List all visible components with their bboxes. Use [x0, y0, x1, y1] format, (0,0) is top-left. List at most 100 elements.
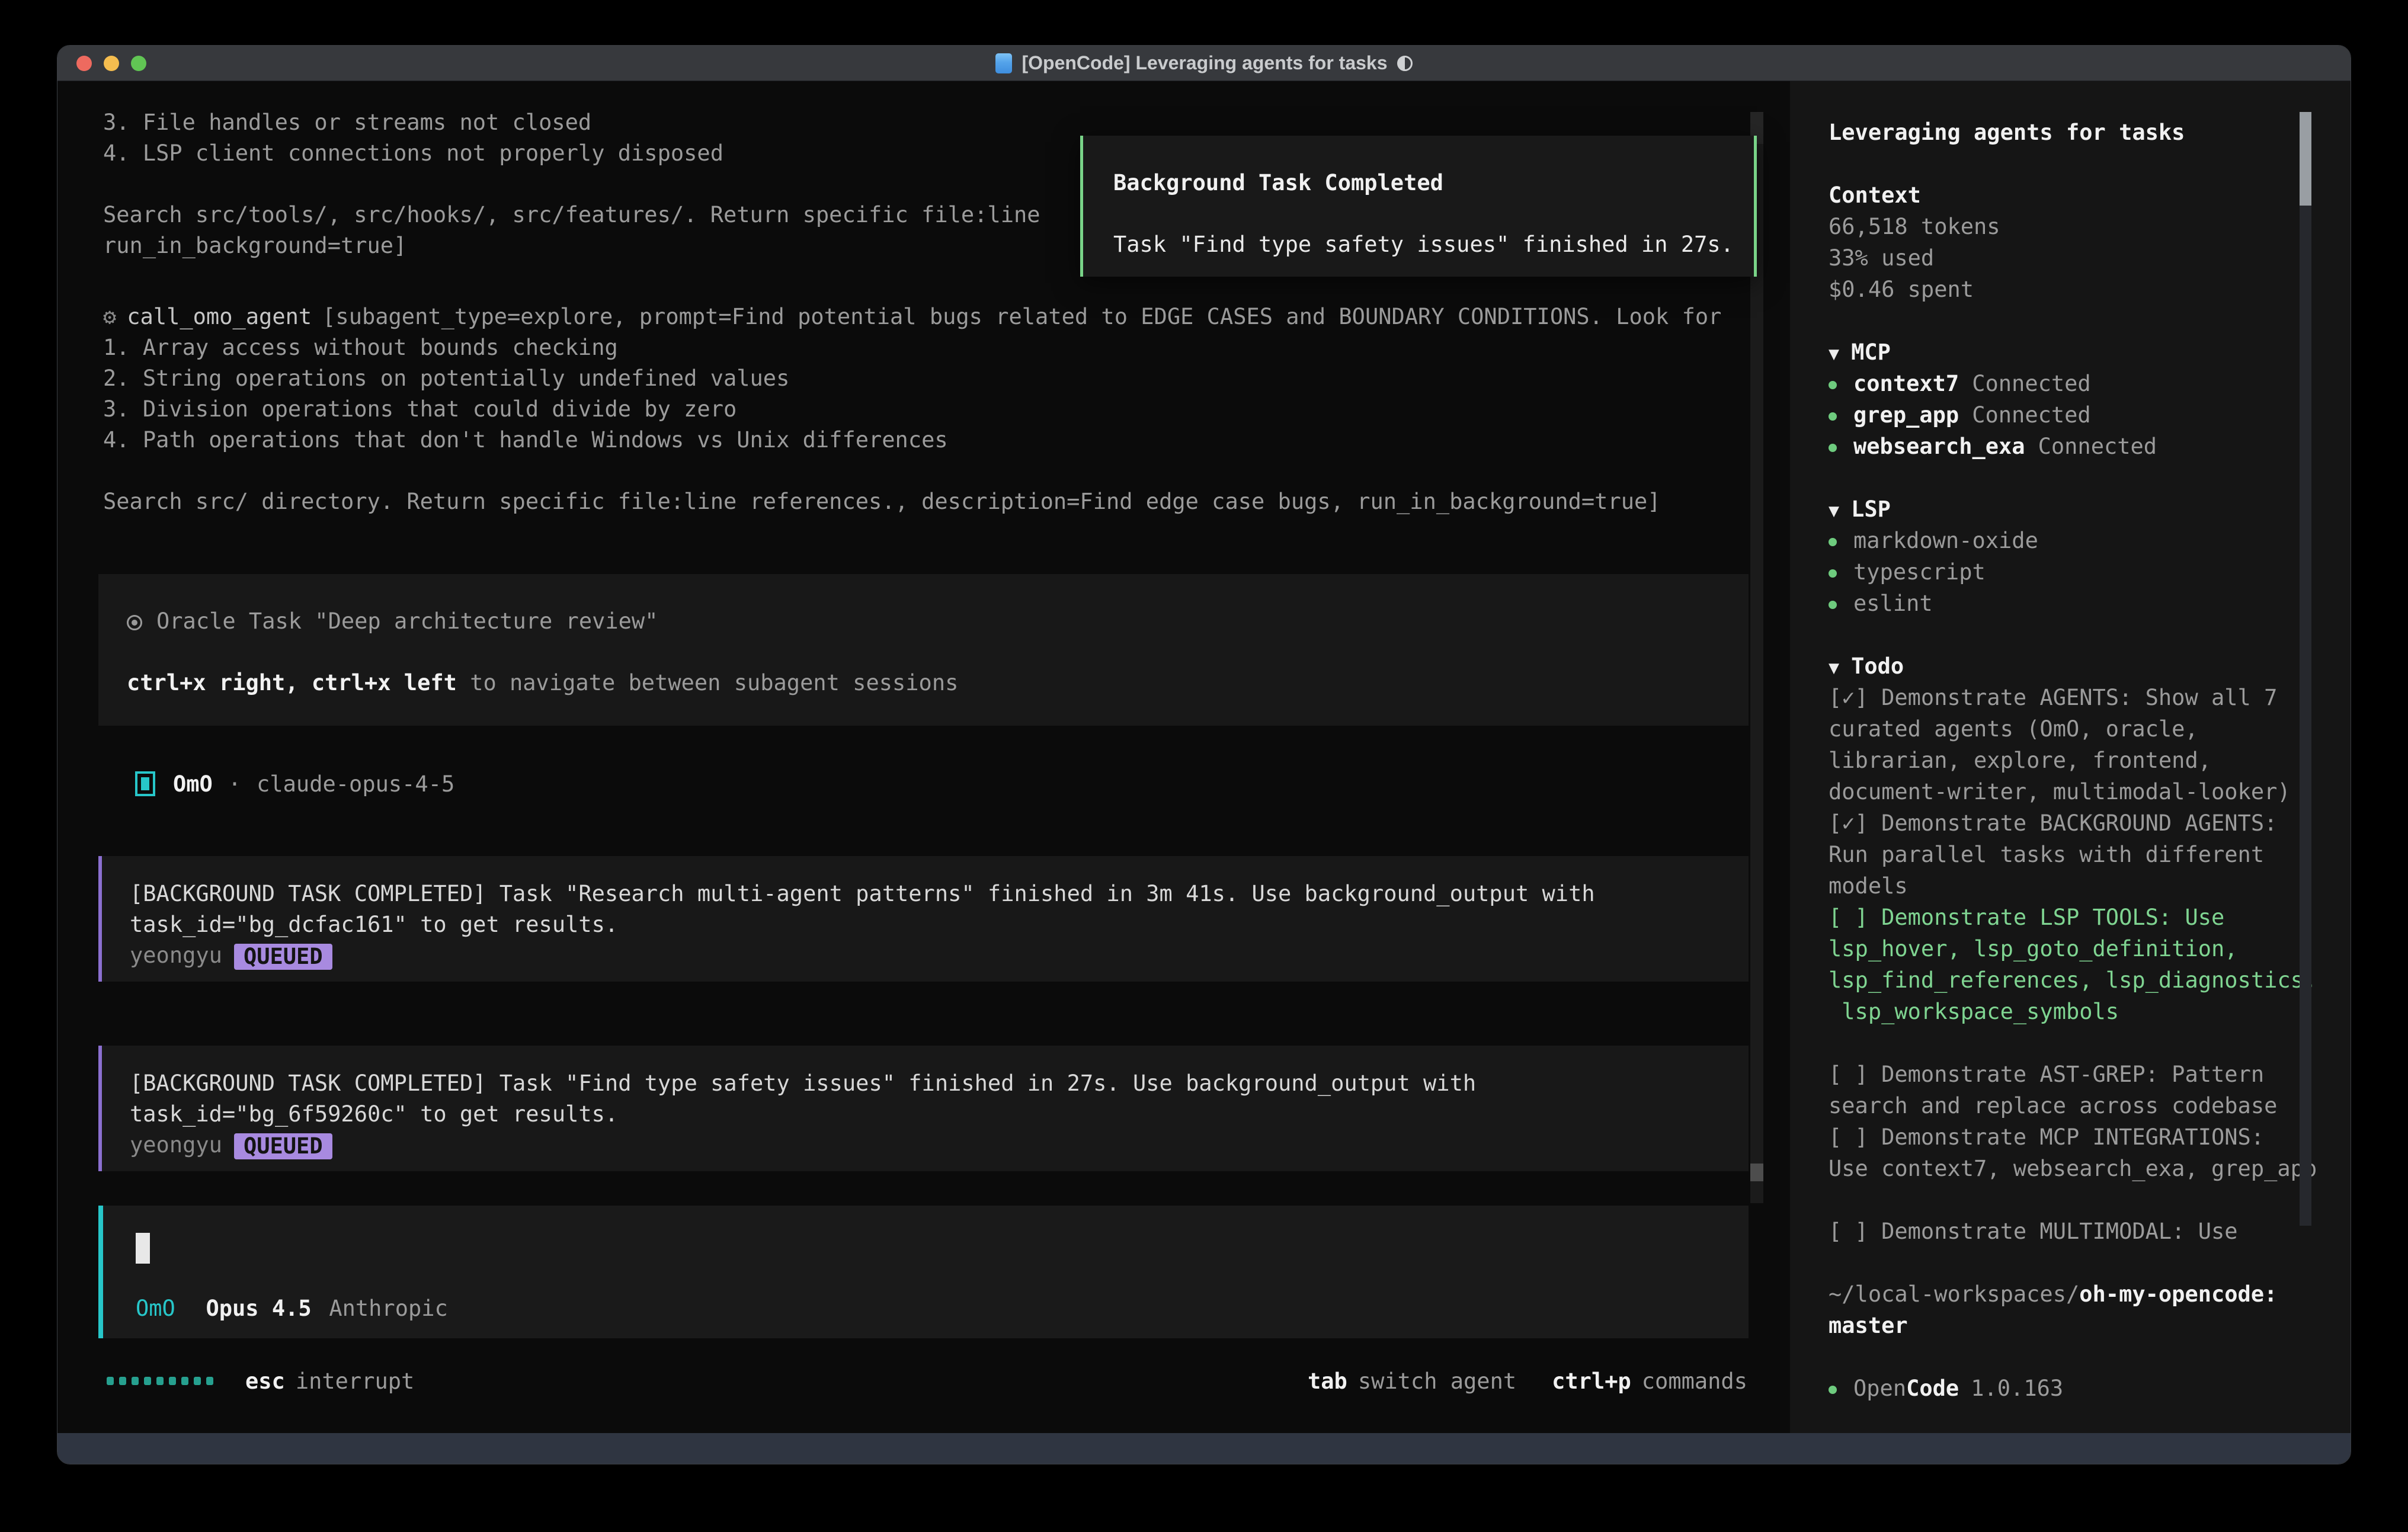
tool-call-block: ⚙ call_omo_agent [subagent_type=explore, p… — [103, 302, 1721, 517]
status-dot-icon — [1829, 444, 1837, 452]
gear-icon: ⚙ — [103, 304, 116, 329]
todo-line: [✓] Demonstrate AGENTS: Show all 7 — [1829, 682, 2351, 713]
terminal-content: 3. File handles or streams not closed 4.… — [57, 81, 2351, 1433]
status-right: tabswitch agent ctrl+pcommands — [1308, 1366, 1747, 1396]
chevron-down-icon: ▼ — [1829, 344, 1839, 364]
hint-text: to navigate between subagent sessions — [457, 670, 958, 696]
status-dot-icon — [1829, 381, 1837, 389]
status-dot-icon — [1829, 538, 1837, 546]
ctrlp-key-label: commands — [1642, 1368, 1747, 1394]
titlebar: [OpenCode] Leveraging agents for tasks — [57, 46, 2351, 81]
lsp-name: eslint — [1853, 591, 1933, 616]
todo-line-active: lsp_workspace_symbols — [1829, 996, 2351, 1027]
workspace-branch: master — [1829, 1310, 2351, 1341]
window-footer-bar — [57, 1433, 2351, 1464]
mcp-item: grep_appConnected — [1829, 399, 2351, 431]
todo-line-active: lsp_find_references, lsp_diagnostics, — [1829, 964, 2351, 996]
window-title: [OpenCode] Leveraging agents for tasks — [1022, 52, 1387, 74]
brand-bold: Code — [1906, 1376, 1959, 1401]
todo-line-active: lsp_hover, lsp_goto_definition, — [1829, 933, 2351, 964]
scrollback-line: 3. File handles or streams not closed — [103, 107, 1040, 138]
blank-line — [1829, 305, 2351, 336]
blank-line — [1829, 1247, 2351, 1278]
agent-header-row: OmO · claude-opus-4-5 — [135, 768, 454, 799]
mcp-status: Connected — [1972, 371, 2090, 396]
tab-hint-group: tabswitch agent — [1308, 1368, 1516, 1394]
tool-arg-line: 1. Array access without bounds checking — [103, 332, 1721, 363]
task-meta-row: yeongyuQUEUED — [130, 940, 1749, 971]
queued-badge: QUEUED — [234, 944, 332, 970]
minimize-button[interactable] — [104, 56, 119, 71]
tool-args: [subagent_type=explore, prompt=Find pote… — [322, 304, 1721, 329]
sidebar: Leveraging agents for tasks Context 66,5… — [1790, 81, 2351, 1434]
mcp-name: websearch_exa — [1853, 434, 2025, 459]
context-heading: Context — [1829, 180, 2351, 211]
tool-arg-line: 3. Division operations that could divide… — [103, 394, 1721, 425]
blank-line — [1829, 1341, 2351, 1373]
status-dot-icon — [1829, 601, 1837, 609]
agent-model: claude-opus-4-5 — [257, 771, 454, 797]
scrollback-text: 3. File handles or streams not closed 4.… — [103, 107, 1040, 261]
agent-square-icon — [135, 771, 155, 796]
oracle-task-banner: Oracle Task "Deep architecture review" c… — [98, 574, 1749, 726]
mcp-section-header[interactable]: ▼ MCP — [1829, 336, 2351, 368]
mcp-item: websearch_exaConnected — [1829, 431, 2351, 462]
tool-name: call_omo_agent — [127, 304, 312, 329]
queued-badge: QUEUED — [234, 1133, 332, 1159]
oracle-task-label: Oracle Task "Deep architecture review" — [156, 608, 658, 634]
background-task-message: [BACKGROUND TASK COMPLETED] Task "Find t… — [98, 1046, 1749, 1171]
window-title-group: [OpenCode] Leveraging agents for tasks — [995, 52, 1412, 74]
task-meta-row: yeongyuQUEUED — [130, 1130, 1749, 1161]
todo-line: librarian, explore, frontend, — [1829, 745, 2351, 776]
todo-section-header[interactable]: ▼ Todo — [1829, 650, 2351, 682]
tool-arg-line: 4. Path operations that don't handle Win… — [103, 425, 1721, 456]
blank-line — [1829, 619, 2351, 650]
todo-line: Use context7, websearch_exa, grep_app — [1829, 1153, 2351, 1184]
todo-line: document-writer, multimodal-looker) — [1829, 776, 2351, 807]
input-meta-row: OmO Opus 4.5 Anthropic — [136, 1296, 448, 1321]
task-line: [BACKGROUND TASK COMPLETED] Task "Find t… — [130, 1068, 1749, 1099]
lsp-section-header[interactable]: ▼LSP — [1829, 493, 2351, 525]
status-dot-icon — [1829, 412, 1837, 421]
chevron-down-icon: ▼ — [1829, 501, 1839, 521]
todo-line: [ ] Demonstrate AST-GREP: Pattern — [1829, 1059, 2351, 1090]
status-dot-icon — [1829, 569, 1837, 578]
terminal-window: [OpenCode] Leveraging agents for tasks 3… — [57, 45, 2351, 1464]
close-button[interactable] — [76, 56, 92, 71]
blank-line — [127, 637, 1749, 668]
scrollbar-thumb[interactable] — [1750, 1164, 1763, 1181]
workspace-prefix: ~/local-workspaces/ — [1829, 1281, 2079, 1307]
background-task-notification: Background Task Completed Task "Find typ… — [1080, 136, 1757, 277]
hint-keys: ctrl+x right, ctrl+x left — [127, 670, 457, 696]
blank-line — [1829, 462, 2351, 493]
text-cursor — [136, 1233, 150, 1264]
spinner-dots-icon — [107, 1377, 213, 1385]
lsp-item: typescript — [1829, 556, 2351, 588]
blank-line — [1829, 1027, 2351, 1059]
sidebar-scrollbar-thumb[interactable] — [2300, 112, 2311, 206]
esc-key-hint: esc — [245, 1368, 285, 1394]
scrollback-line: 4. LSP client connections not properly d… — [103, 138, 1040, 169]
separator-dot: · — [228, 771, 241, 797]
sidebar-scrollbar[interactable] — [2300, 112, 2311, 1226]
task-line: task_id="bg_dcfac161" to get results. — [130, 909, 1749, 940]
zoom-button[interactable] — [131, 56, 146, 71]
mcp-name: context7 — [1853, 371, 1959, 396]
todo-heading: Todo — [1851, 653, 1904, 679]
version-number: 1.0.163 — [1971, 1376, 2063, 1401]
todo-line: models — [1829, 870, 2351, 902]
scrollback-line: Search src/tools/, src/hooks/, src/featu… — [103, 200, 1040, 230]
blank-line — [103, 169, 1040, 200]
oracle-task-label-line: Oracle Task "Deep architecture review" — [127, 606, 1749, 637]
half-circle-icon — [1397, 56, 1413, 71]
esc-key-label: interrupt — [296, 1368, 414, 1394]
scrollback-line: run_in_background=true] — [103, 230, 1040, 261]
todo-line-active: [ ] Demonstrate LSP TOOLS: Use — [1829, 902, 2351, 933]
chevron-down-icon: ▼ — [1829, 658, 1839, 678]
background-task-message: [BACKGROUND TASK COMPLETED] Task "Resear… — [98, 856, 1749, 982]
blank-line — [1829, 1184, 2351, 1216]
lsp-item: markdown-oxide — [1829, 525, 2351, 556]
mcp-heading: MCP — [1851, 339, 1891, 365]
workspace-repo: oh-my-opencode: — [2079, 1281, 2277, 1307]
prompt-input[interactable]: OmO Opus 4.5 Anthropic — [98, 1206, 1749, 1338]
